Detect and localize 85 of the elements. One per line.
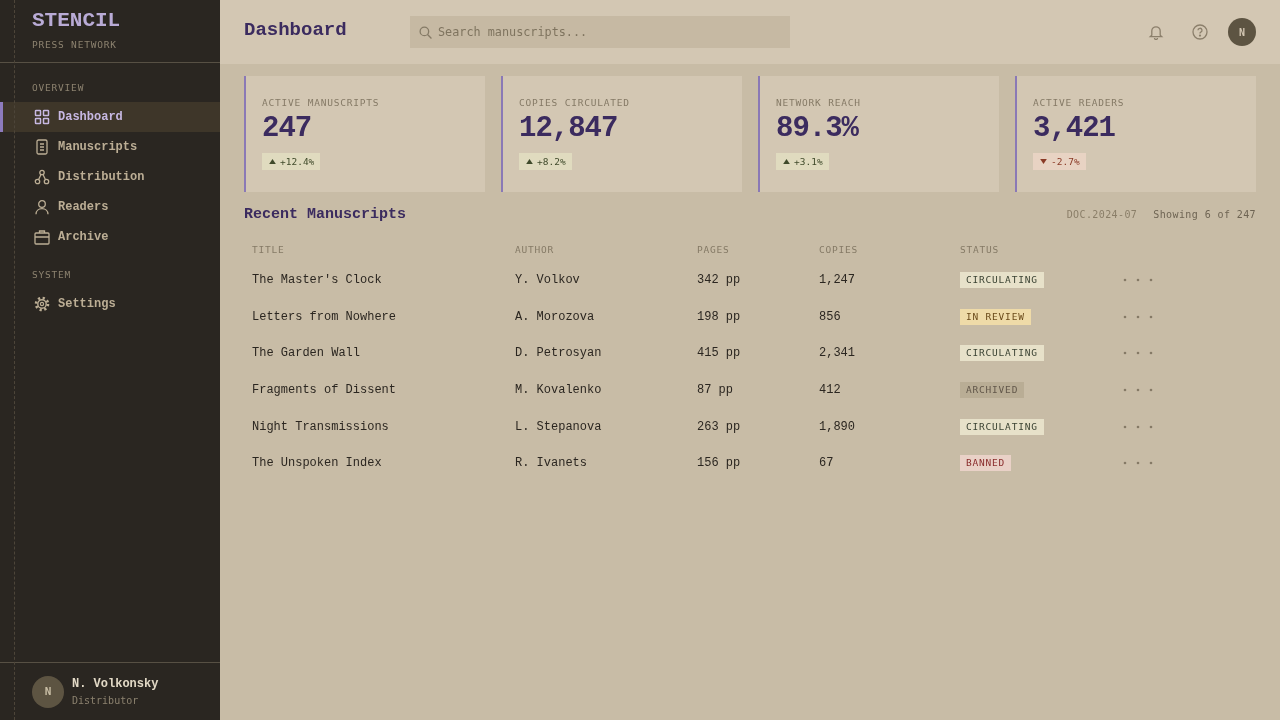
- author-cell: R. Ivanets: [515, 456, 587, 471]
- copies-cell: 67: [819, 456, 834, 471]
- nav-item[interactable]: Manuscripts: [0, 132, 220, 162]
- status-tag: CIRCULATING: [960, 272, 1044, 289]
- stat-value: 89.3%: [776, 112, 860, 146]
- title-cell: Night Transmissions: [252, 419, 389, 434]
- column-header: PAGES: [696, 243, 731, 255]
- search-icon: [419, 26, 432, 39]
- section-title: Recent Manuscripts: [244, 205, 407, 223]
- trend-value: +8.2%: [537, 156, 566, 167]
- title-cell: The Master's Clock: [252, 273, 382, 288]
- more-icon[interactable]: [1123, 424, 1153, 429]
- up-triangle-icon: [783, 159, 790, 164]
- status-tag: ARCHIVED: [960, 382, 1025, 399]
- search-field[interactable]: Search manuscripts...: [410, 16, 790, 48]
- user-name: N. Volkonsky: [72, 675, 159, 692]
- column-header: TITLE: [251, 243, 286, 255]
- status-tag: CIRCULATING: [960, 345, 1044, 362]
- stat-label: ACTIVE READERS: [1033, 97, 1126, 109]
- pages-cell: 263 pp: [697, 419, 741, 434]
- user-avatar: N: [32, 675, 64, 708]
- copies-cell: 856: [819, 309, 841, 324]
- pages-cell: 87 pp: [697, 383, 733, 398]
- nodes-icon: [34, 169, 50, 185]
- up-triangle-icon: [526, 159, 533, 164]
- nav-item[interactable]: Distribution: [0, 162, 220, 192]
- author-cell: D. Petrosyan: [515, 346, 602, 361]
- title-cell: Letters from Nowhere: [252, 309, 397, 324]
- status-tag: BANNED: [960, 455, 1012, 472]
- pages-cell: 415 pp: [697, 346, 741, 361]
- trend-value: -2.7%: [1051, 156, 1080, 167]
- author-cell: L. Stepanova: [515, 419, 602, 434]
- nav-item[interactable]: Readers: [0, 192, 220, 222]
- user-role: Distributor: [72, 693, 140, 708]
- nav-section-heading: SYSTEM: [32, 268, 73, 282]
- page-title: Dashboard: [244, 18, 348, 42]
- column-header: COPIES: [818, 243, 860, 255]
- trend-value: +3.1%: [794, 156, 823, 167]
- copies-cell: 1,247: [819, 273, 855, 288]
- title-cell: The Garden Wall: [252, 346, 361, 361]
- briefcase-icon: [34, 229, 50, 245]
- stat-value: 3,421: [1033, 112, 1116, 146]
- pages-cell: 198 pp: [697, 309, 741, 324]
- column-header: AUTHOR: [514, 243, 556, 255]
- stat-value: 247: [262, 112, 313, 146]
- more-icon[interactable]: [1123, 388, 1153, 393]
- stat-value: 12,847: [519, 112, 619, 146]
- author-cell: A. Morozova: [515, 309, 595, 324]
- copies-cell: 412: [819, 383, 841, 398]
- pages-cell: 156 pp: [697, 456, 741, 471]
- title-cell: The Unspoken Index: [252, 456, 382, 471]
- gear-icon: [34, 296, 50, 312]
- result-count: Showing 6 of 247: [1153, 208, 1256, 220]
- notifications-bell-icon[interactable]: [1148, 24, 1164, 40]
- more-icon[interactable]: [1123, 278, 1153, 283]
- nav-section-heading: OVERVIEW: [32, 81, 86, 95]
- nav-item[interactable]: Archive: [0, 222, 220, 252]
- down-triangle-icon: [1040, 159, 1047, 164]
- copies-cell: 1,890: [819, 419, 855, 434]
- user-avatar[interactable]: N: [1228, 18, 1256, 46]
- stat-label: ACTIVE MANUSCRIPTS: [262, 97, 381, 109]
- more-icon[interactable]: [1123, 351, 1153, 356]
- trend-value: +12.4%: [280, 156, 315, 167]
- author-cell: Y. Volkov: [515, 273, 580, 288]
- logo-text: STENCIL: [32, 9, 122, 33]
- author-cell: M. Kovalenko: [515, 383, 602, 398]
- document-icon: [34, 139, 50, 155]
- help-icon[interactable]: [1192, 24, 1208, 40]
- more-icon[interactable]: [1123, 314, 1153, 319]
- stat-label: COPIES CIRCULATED: [519, 97, 631, 109]
- up-triangle-icon: [269, 159, 276, 164]
- stat-label: NETWORK REACH: [776, 97, 862, 109]
- copies-cell: 2,341: [819, 346, 855, 361]
- title-cell: Fragments of Dissent: [252, 383, 397, 398]
- person-icon: [34, 199, 50, 215]
- grid-icon: [34, 109, 50, 125]
- status-tag: IN REVIEW: [960, 308, 1031, 325]
- pages-cell: 342 pp: [697, 273, 741, 288]
- more-icon[interactable]: [1123, 461, 1153, 466]
- tagline: PRESS NETWORK: [32, 39, 118, 51]
- status-tag: CIRCULATING: [960, 418, 1044, 435]
- document-code: DOC.2024-07: [1066, 208, 1138, 220]
- column-header: STATUS: [959, 243, 1001, 255]
- nav-item[interactable]: Dashboard: [0, 102, 220, 132]
- nav-item[interactable]: Settings: [0, 289, 220, 319]
